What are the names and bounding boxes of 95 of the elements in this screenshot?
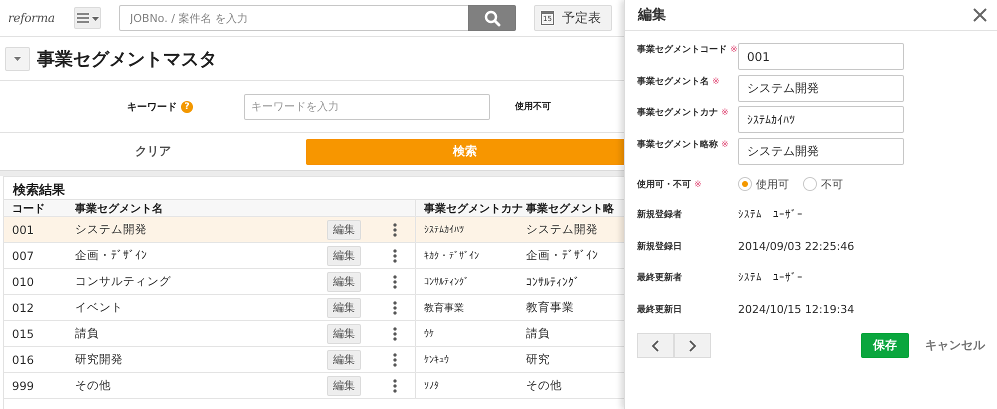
table-row[interactable]: 010 コンサルティング 編集 ｺﾝｻﾙﾃｨﾝｸﾞ ｺﾝｻﾙﾃｨﾝｸﾞ [4, 269, 624, 295]
edit-button[interactable]: 編集 [327, 376, 361, 396]
table-cell-text: システム開発 [526, 222, 599, 237]
radio-button[interactable] [803, 177, 817, 191]
table-cell-text: 012 [11, 300, 35, 314]
page-title: 事業セグメントマスタ [37, 48, 217, 70]
table-row[interactable]: 015 請負 編集 ｳｹ 請負 [4, 321, 624, 347]
table-cell-text: ｺﾝｻﾙﾃｨﾝｸﾞ [423, 276, 470, 288]
column-header: 事業セグメントカナ [423, 200, 524, 216]
input-field[interactable]: システム開発 [738, 138, 904, 164]
table-cell-text: ｹﾝｷｭｳ [423, 354, 450, 366]
table-cell-text: ｺﾝｻﾙﾃｨﾝｸﾞ [526, 274, 581, 288]
logo: reforma [8, 11, 56, 25]
table-cell-text: 請負 [75, 326, 100, 341]
table-cell-text: 010 [11, 274, 35, 288]
table-cell-text: 企画・ﾃﾞｻﾞｲﾝ [526, 248, 599, 263]
table-cell-text: ｷｶｸ・ﾃﾞｻﾞｲﾝ [423, 250, 480, 262]
radio-label: 使用可 [756, 176, 789, 192]
unusable-label: 使用不可 [515, 100, 551, 113]
help-icon: ? [181, 100, 193, 112]
more-icon[interactable] [393, 300, 397, 314]
more-icon[interactable] [393, 248, 397, 262]
field-label: 事業セグメントコード ※ [637, 43, 738, 56]
info-value: 2014/09/03 22:25:46 [738, 240, 854, 253]
table-row[interactable]: 999 その他 編集 ｿﾉﾀ その他 [4, 373, 624, 399]
radio-label: 不可 [821, 176, 843, 192]
info-label: 最終更新日 [637, 303, 683, 316]
table-cell-text: ｿﾉﾀ [423, 380, 440, 392]
keyword-label: キーワード [127, 100, 177, 114]
edit-button[interactable]: 編集 [327, 298, 361, 318]
more-icon[interactable] [393, 378, 397, 392]
more-icon[interactable] [393, 222, 397, 236]
menu-icon [76, 12, 100, 24]
table-cell-text: 請負 [526, 326, 551, 341]
edit-button[interactable]: 編集 [327, 350, 361, 370]
table-cell-text: 企画・ﾃﾞｻﾞｲﾝ [75, 248, 148, 263]
table-cell-text: 教育事業 [526, 300, 575, 315]
table-row[interactable]: 016 研究開発 編集 ｹﾝｷｭｳ 研究 [4, 347, 624, 373]
table-cell-text: 001 [11, 222, 35, 236]
table-cell-text: ｼｽﾃﾑｶｲﾊﾂ [423, 224, 465, 236]
info-label: 最終更新者 [637, 271, 683, 284]
table-cell-text: 999 [11, 378, 35, 392]
table-cell-text: ｳｹ [423, 328, 435, 340]
search-icon [484, 10, 500, 26]
input-field[interactable]: ｼｽﾃﾑｶｲﾊﾂ [738, 106, 904, 133]
cancel-button[interactable]: キャンセル [917, 337, 985, 354]
table-cell-text: イベント [75, 300, 124, 315]
field-label: 事業セグメント略称 ※ [637, 138, 730, 150]
clear-button[interactable]: クリア [0, 138, 306, 164]
table-cell-text: 研究 [526, 352, 551, 367]
table-cell-text: コンサルティング [75, 274, 172, 289]
column-header: コード [11, 200, 46, 216]
edit-button[interactable]: 編集 [327, 246, 361, 266]
menu-button[interactable] [74, 7, 101, 29]
table-row[interactable]: 001 システム開発 編集 ｼｽﾃﾑｶｲﾊﾂ システム開発 [4, 217, 624, 243]
table-cell-text: 015 [11, 326, 35, 340]
table-row[interactable]: 012 イベント 編集 教育事業 教育事業 [4, 295, 624, 321]
keyword-field[interactable]: キーワードを入力 [244, 94, 490, 120]
field-label: 事業セグメント名 ※ [637, 75, 721, 88]
table-cell-text: その他 [75, 378, 112, 393]
more-icon[interactable] [393, 326, 397, 340]
info-label: 新規登録者 [637, 208, 683, 222]
search-button[interactable] [468, 5, 516, 31]
close-icon [973, 8, 987, 22]
table-cell-text: 007 [11, 248, 35, 262]
chevron-left-icon [651, 340, 660, 352]
more-icon[interactable] [393, 352, 397, 366]
table-cell-text: その他 [526, 378, 563, 393]
chevron-right-icon [688, 340, 697, 352]
table-row[interactable]: 007 企画・ﾃﾞｻﾞｲﾝ 編集 ｷｶｸ・ﾃﾞｻﾞｲﾝ 企画・ﾃﾞｻﾞｲﾝ [4, 243, 624, 269]
caret-icon [14, 56, 21, 60]
field-label: 使用可・不可 ※ [637, 178, 703, 190]
edit-button[interactable]: 編集 [327, 220, 361, 240]
table-cell-text: システム開発 [75, 222, 148, 237]
edit-button[interactable]: 編集 [327, 272, 361, 292]
more-icon[interactable] [393, 274, 397, 288]
input-field[interactable]: システム開発 [738, 74, 904, 102]
panel-title: 編集 [638, 6, 666, 24]
next-button[interactable] [674, 333, 711, 358]
previous-button[interactable] [637, 333, 674, 358]
table-cell-text: 016 [11, 352, 35, 366]
column-header: 事業セグメント名 [75, 200, 164, 216]
info-value: ｼｽﾃﾑ ﾕｰｻﾞｰ [738, 208, 803, 222]
edit-button[interactable]: 編集 [327, 324, 361, 344]
info-value: ｼｽﾃﾑ ﾕｰｻﾞｰ [738, 271, 803, 284]
radio-button[interactable] [738, 177, 752, 191]
info-value: 2024/10/15 12:19:34 [738, 302, 854, 316]
table-cell-text: 教育事業 [423, 302, 465, 314]
info-label: 新規登録日 [637, 240, 683, 253]
collapse-button[interactable] [5, 46, 30, 70]
field-label: 事業セグメントカナ ※ [637, 106, 730, 119]
close-button[interactable] [971, 6, 989, 24]
table-cell-text: 研究開発 [75, 352, 124, 367]
input-field[interactable]: 001 [738, 43, 904, 70]
column-header: 事業セグメント略 [526, 200, 615, 216]
